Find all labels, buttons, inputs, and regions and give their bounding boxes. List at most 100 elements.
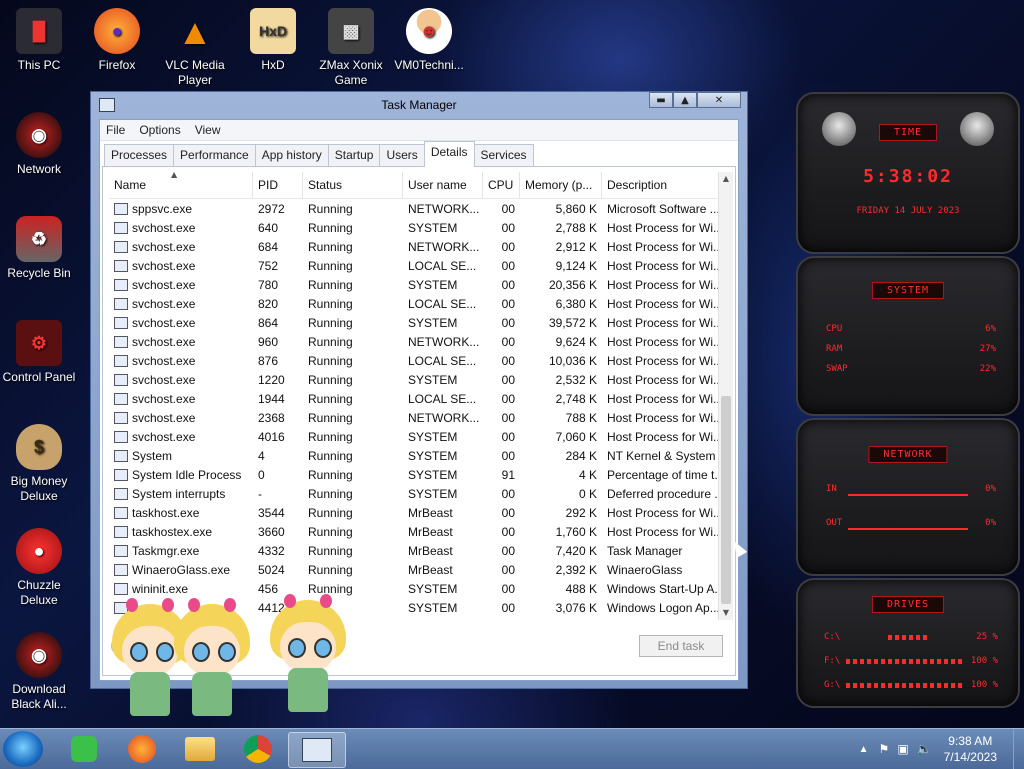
process-user: SYSTEM bbox=[408, 448, 458, 463]
firefox-icon: ● bbox=[94, 8, 140, 54]
table-row[interactable]: svchost.exe 640 Running SYSTEM 00 2,788 K Host… bbox=[109, 218, 724, 237]
process-cpu: 00 bbox=[501, 201, 515, 216]
scrollbar-thumb[interactable] bbox=[721, 396, 731, 604]
process-user: NETWORK... bbox=[408, 410, 480, 425]
process-user: NETWORK... bbox=[408, 201, 480, 216]
desktop-icon-control-panel[interactable]: ⚙ Control Panel bbox=[0, 320, 78, 385]
process-description: Host Process for Wi... bbox=[607, 315, 724, 330]
minimize-button[interactable]: ▬ bbox=[649, 92, 673, 108]
desktop-icon-vlc[interactable]: ▲ VLC Media Player bbox=[156, 8, 234, 88]
table-row[interactable]: svchost.exe 876 Running LOCAL SE... 00 10,036… bbox=[109, 351, 724, 370]
table-row[interactable]: System 4 Running SYSTEM 00 284 K NT Kernel & S… bbox=[109, 446, 724, 465]
chuzzle-icon: ● bbox=[16, 528, 62, 574]
tab-processes[interactable]: Processes bbox=[104, 144, 175, 167]
end-task-button[interactable]: End task bbox=[639, 635, 723, 657]
process-name-text: sppsvc.exe bbox=[132, 201, 193, 216]
taskbar-notes[interactable] bbox=[56, 732, 112, 766]
table-row[interactable]: Taskmgr.exe 4332 Running MrBeast 00 7,420 K Ta… bbox=[109, 541, 724, 560]
process-user: SYSTEM bbox=[408, 315, 458, 330]
desktop-icon-hxd[interactable]: HxD HxD bbox=[234, 8, 312, 73]
process-status: Running bbox=[308, 410, 353, 425]
scroll-up-icon[interactable]: ▲ bbox=[719, 172, 733, 186]
scroll-down-icon[interactable]: ▼ bbox=[719, 606, 733, 620]
tab-startup[interactable]: Startup bbox=[327, 144, 381, 167]
table-row[interactable]: taskhostex.exe 3660 Running MrBeast 00 1,760 … bbox=[109, 522, 724, 541]
desktop-icon-vm0[interactable]: ☻ VM0Techni... bbox=[390, 8, 468, 73]
process-icon bbox=[114, 316, 128, 329]
maximize-button[interactable]: ▲ bbox=[673, 92, 697, 108]
table-row[interactable]: WinaeroGlass.exe 5024 Running MrBeast 00 2,39… bbox=[109, 560, 724, 579]
swap-label: SWAP bbox=[826, 364, 848, 374]
table-row[interactable]: svchost.exe 960 Running NETWORK... 00 9,624 K… bbox=[109, 332, 724, 351]
table-row[interactable]: svchost.exe 752 Running LOCAL SE... 00 9,124 … bbox=[109, 256, 724, 275]
column-header-description[interactable]: Description bbox=[602, 172, 724, 198]
vertical-scrollbar[interactable]: ▲ ▼ bbox=[718, 172, 733, 620]
show-desktop-button[interactable] bbox=[1013, 729, 1024, 769]
show-hidden-icons-icon[interactable]: ▲ bbox=[859, 744, 869, 755]
process-icon bbox=[114, 259, 128, 272]
process-pid: 752 bbox=[258, 258, 279, 273]
table-row[interactable]: svchost.exe 4016 Running SYSTEM 00 7,060 K Hos… bbox=[109, 427, 724, 446]
taskbar-task-manager[interactable] bbox=[288, 732, 346, 768]
start-button[interactable] bbox=[3, 731, 43, 767]
process-name: System Idle Process bbox=[109, 468, 253, 482]
process-cpu: 00 bbox=[501, 581, 515, 596]
table-row[interactable]: svchost.exe 820 Running LOCAL SE... 00 6,380 … bbox=[109, 294, 724, 313]
clock-date: FRIDAY 14 JULY 2023 bbox=[856, 206, 960, 216]
action-center-flag-icon[interactable]: ⚑ bbox=[879, 742, 890, 756]
table-row[interactable]: sppsvc.exe 2972 Running NETWORK... 00 5,860 K… bbox=[109, 199, 724, 218]
volume-icon[interactable]: 🔈 bbox=[917, 742, 932, 756]
table-row[interactable]: taskhost.exe 3544 Running MrBeast 00 292 K Hos… bbox=[109, 503, 724, 522]
desktop-icon-firefox[interactable]: ● Firefox bbox=[78, 8, 156, 73]
taskbar-file-explorer[interactable] bbox=[172, 732, 228, 766]
column-header-cpu[interactable]: CPU bbox=[483, 172, 520, 198]
table-row[interactable]: System Idle Process 0 Running SYSTEM 91 4 K Pe… bbox=[109, 465, 724, 484]
drive-label: F:\ bbox=[824, 656, 841, 666]
desktop-icon-download-black-alien[interactable]: ◉ Download Black Ali... bbox=[0, 632, 78, 712]
column-header-memory[interactable]: Memory (p... bbox=[520, 172, 602, 198]
cartoon-character bbox=[262, 594, 354, 718]
tab-details[interactable]: Details bbox=[423, 141, 475, 167]
desktop-icon-chuzzle[interactable]: ● Chuzzle Deluxe bbox=[0, 528, 78, 608]
table-row[interactable]: System interrupts - Running SYSTEM 00 0 K Defe… bbox=[109, 484, 724, 503]
table-row[interactable]: wininit.exe 456 Running SYSTEM 00 488 K Window… bbox=[109, 579, 724, 598]
tab-app-history[interactable]: App history bbox=[254, 144, 329, 167]
process-status: Running bbox=[308, 315, 353, 330]
process-pid: 820 bbox=[258, 296, 279, 311]
desktop-icon-label: HxD bbox=[261, 58, 285, 72]
network-tray-icon[interactable]: ▣ bbox=[897, 742, 908, 756]
close-button[interactable]: ✕ bbox=[697, 92, 741, 108]
menu-file[interactable]: File bbox=[106, 123, 125, 137]
process-user: SYSTEM bbox=[408, 372, 458, 387]
desktop-icon-zmax[interactable]: ▩ ZMax Xonix Game bbox=[312, 8, 390, 88]
drive-usage-bar bbox=[888, 634, 929, 640]
desktop-icon-label: ZMax Xonix Game bbox=[319, 58, 383, 87]
menu-options[interactable]: Options bbox=[139, 123, 180, 137]
column-header-status[interactable]: Status bbox=[303, 172, 403, 198]
taskbar-firefox[interactable] bbox=[114, 732, 170, 766]
tab-users[interactable]: Users bbox=[379, 144, 425, 167]
column-header-name[interactable]: Name bbox=[109, 172, 253, 198]
table-row[interactable]: svchost.exe 1220 Running SYSTEM 00 2,532 K Hos… bbox=[109, 370, 724, 389]
process-name: svchost.exe bbox=[109, 316, 253, 330]
network-in-graph bbox=[848, 494, 968, 496]
desktop-icon-network[interactable]: ◉ Network bbox=[0, 112, 78, 177]
table-row[interactable]: svchost.exe 864 Running SYSTEM 00 39,572 K Hos… bbox=[109, 313, 724, 332]
taskbar-chrome[interactable] bbox=[230, 732, 286, 766]
process-description: NT Kernel & System bbox=[607, 448, 716, 463]
table-row[interactable]: svchost.exe 2368 Running NETWORK... 00 788 K H… bbox=[109, 408, 724, 427]
desktop-icon-big-money[interactable]: $ Big Money Deluxe bbox=[0, 424, 78, 504]
ram-row: RAM 27% bbox=[826, 344, 996, 354]
desktop-icon-recycle-bin[interactable]: ♻ Recycle Bin bbox=[0, 216, 78, 281]
column-header-user-name[interactable]: User name bbox=[403, 172, 483, 198]
table-row[interactable]: svchost.exe 684 Running NETWORK... 00 2,912 K… bbox=[109, 237, 724, 256]
window-titlebar[interactable]: Task Manager ▬ ▲ ✕ bbox=[91, 92, 747, 119]
table-row[interactable]: svchost.exe 1944 Running LOCAL SE... 00 2,748… bbox=[109, 389, 724, 408]
menu-view[interactable]: View bbox=[195, 123, 221, 137]
desktop-icon-this-pc[interactable]: █ This PC bbox=[0, 8, 78, 73]
tray-clock[interactable]: 9:38 AM 7/14/2023 bbox=[944, 733, 997, 765]
column-header-pid[interactable]: PID bbox=[253, 172, 303, 198]
table-row[interactable]: svchost.exe 780 Running SYSTEM 00 20,356 K Hos… bbox=[109, 275, 724, 294]
tab-performance[interactable]: Performance bbox=[173, 144, 256, 167]
tab-services[interactable]: Services bbox=[473, 144, 534, 167]
